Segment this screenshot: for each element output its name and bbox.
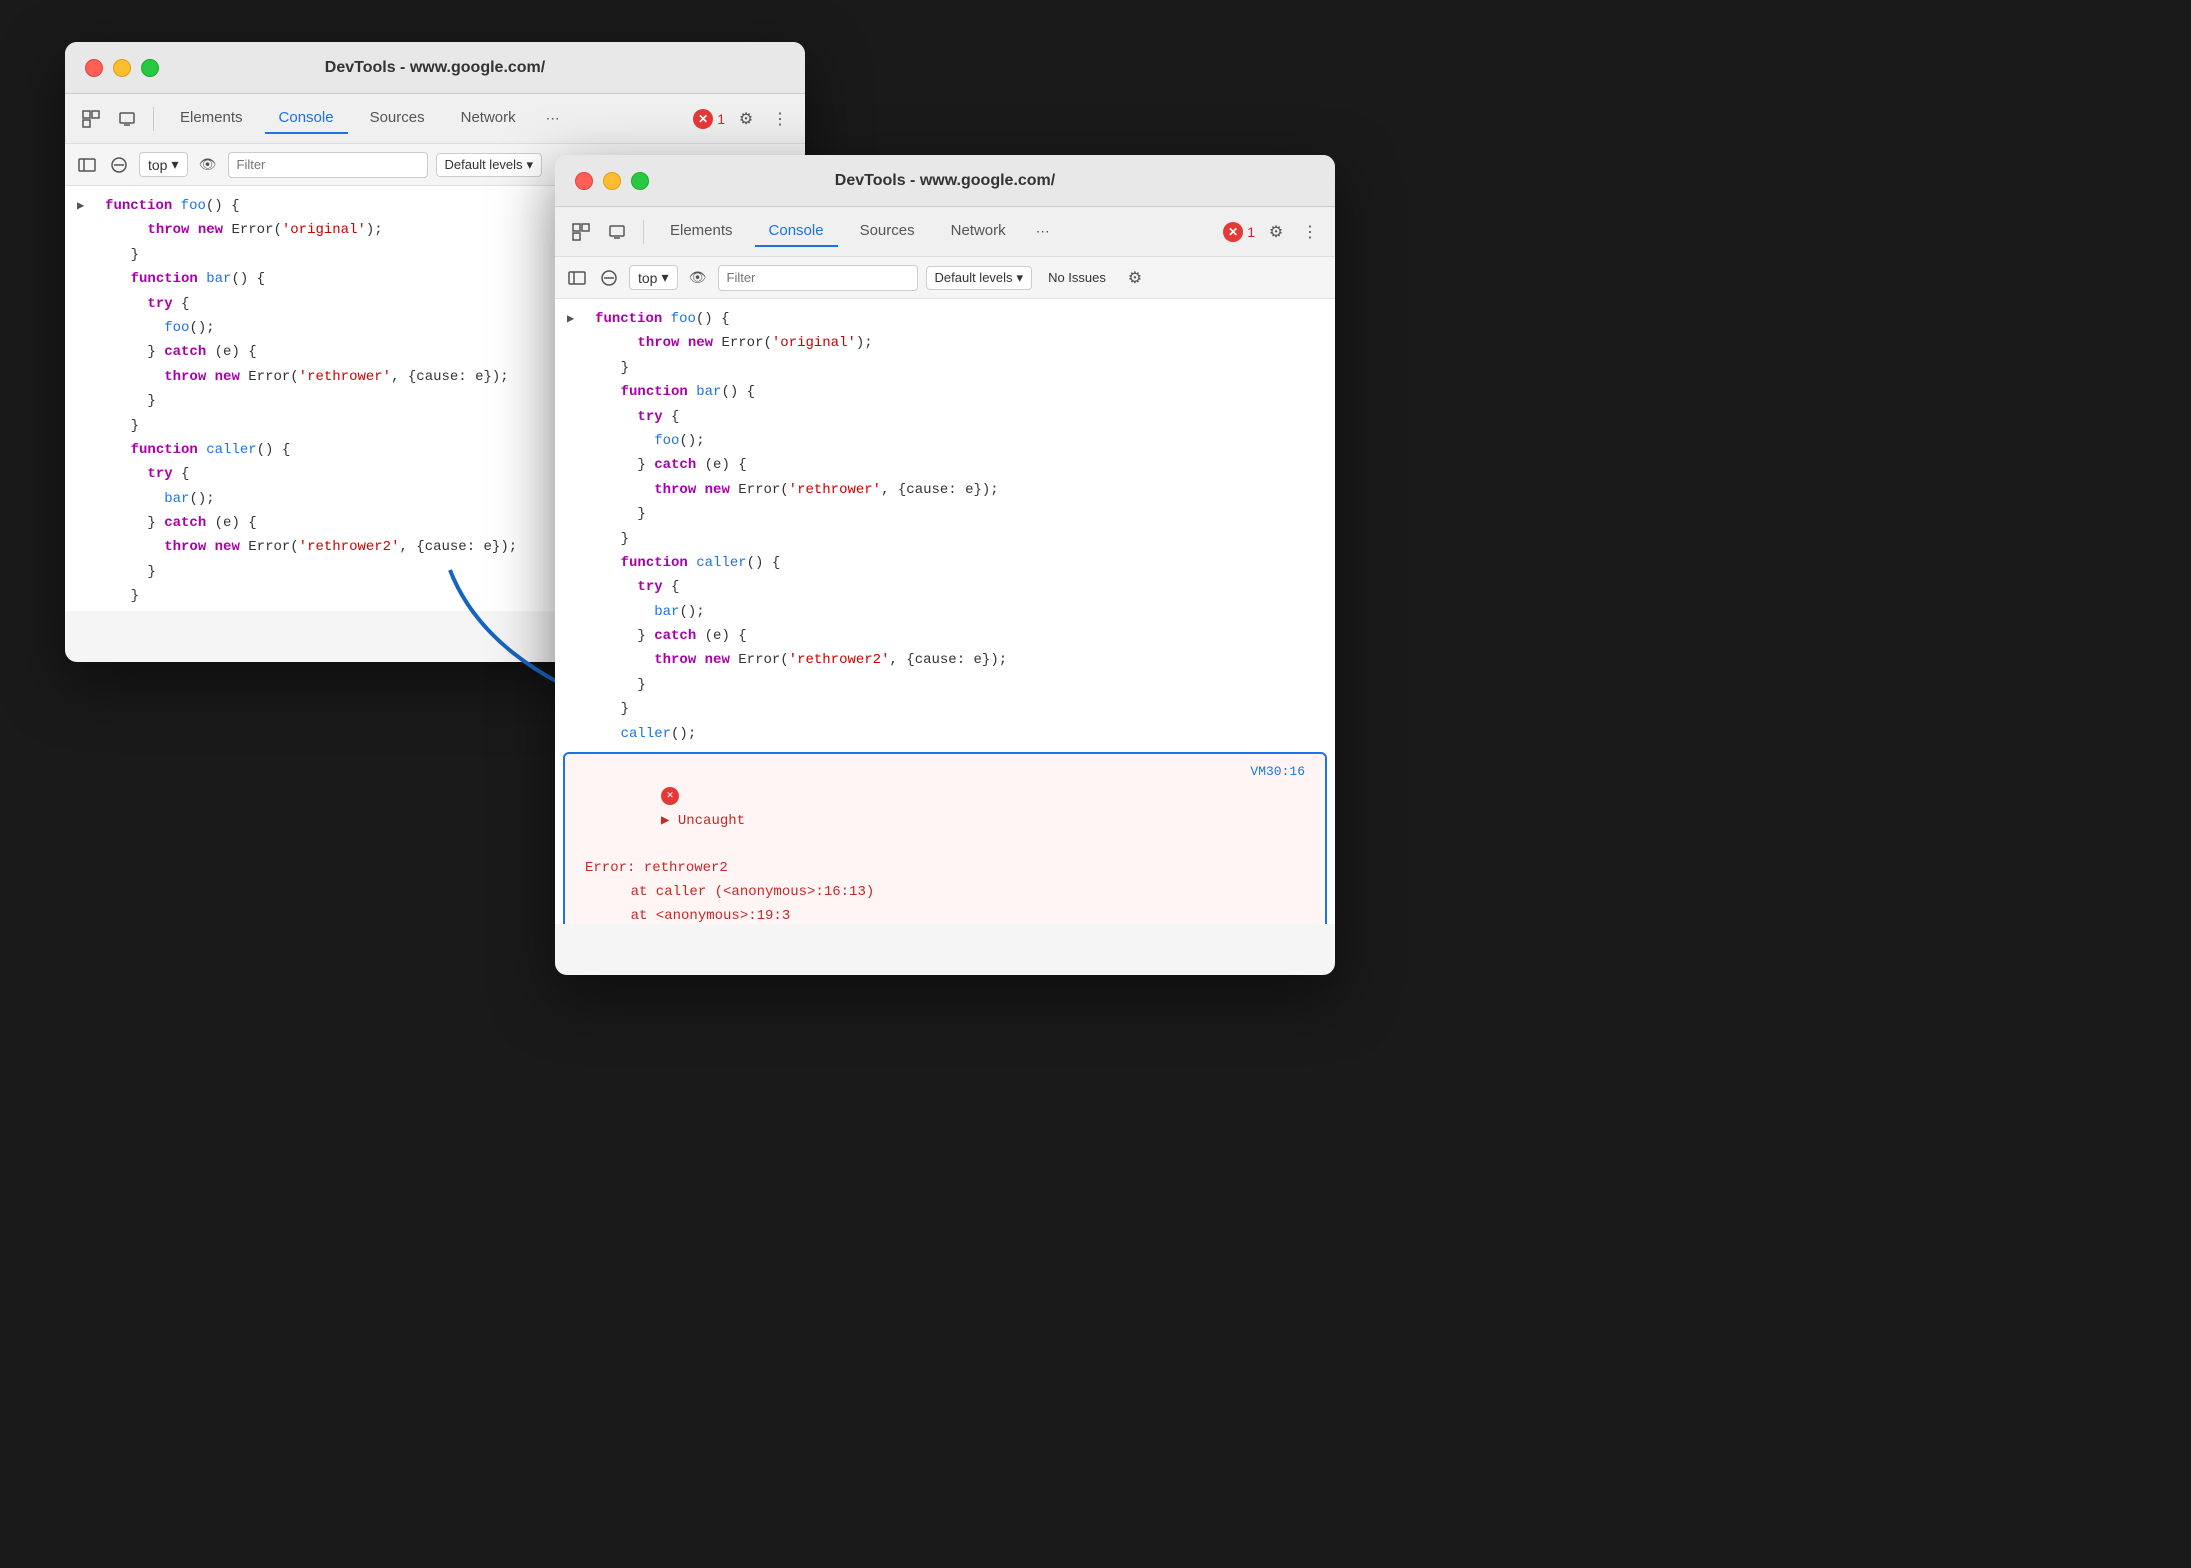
w2-code-line-15: throw new Error('rethrower2', {cause: e}… <box>555 648 1335 672</box>
window-title-2: DevTools - www.google.com/ <box>835 172 1055 190</box>
w2-code-line-16: } <box>555 673 1335 697</box>
error-expanded-1: Error: rethrower2 <box>577 857 1313 881</box>
w2-code-line-3: } <box>555 356 1335 380</box>
default-levels-label-1: Default levels <box>445 157 523 172</box>
devtools-window-2: DevTools - www.google.com/ Elements Cons… <box>555 155 1335 975</box>
tab-network-2[interactable]: Network <box>937 216 1020 247</box>
error-expanded-3: at <anonymous>:19:3 <box>577 905 1313 924</box>
tabs-toolbar-1: Elements Console Sources Network ⋯ ✕ 1 ⚙… <box>65 94 805 144</box>
w2-code-line-10: } <box>555 527 1335 551</box>
filter-input-1[interactable] <box>228 152 428 178</box>
close-button-1[interactable] <box>85 59 103 77</box>
error-count-label-2: 1 <box>1247 224 1255 240</box>
titlebar-2: DevTools - www.google.com/ <box>555 155 1335 207</box>
window-title-1: DevTools - www.google.com/ <box>325 59 545 77</box>
w2-code-line-4: function bar() { <box>555 380 1335 404</box>
chevron-down-icon-2: ▾ <box>661 269 668 286</box>
divider-1 <box>153 107 154 131</box>
w2-code-line-9: } <box>555 502 1335 526</box>
error-icon-2: ✕ <box>661 787 679 805</box>
error-box-2: ✕ ▶ Uncaught VM30:16 Error: rethrower2 a… <box>563 752 1327 924</box>
console-settings-2[interactable]: ⚙ <box>1122 265 1148 291</box>
error-header-row-2: ✕ ▶ Uncaught VM30:16 <box>577 762 1313 857</box>
console-toolbar-2: top ▾ 👁 Default levels ▾ No Issues ⚙ <box>555 257 1335 299</box>
tab-elements-1[interactable]: Elements <box>166 103 257 134</box>
more-icon-2[interactable]: ⋮ <box>1297 219 1323 245</box>
context-selector-2[interactable]: top ▾ <box>629 265 678 290</box>
more-icon-1[interactable]: ⋮ <box>767 106 793 132</box>
tab-more-1[interactable]: ⋯ <box>538 106 568 131</box>
default-levels-label-2: Default levels <box>935 270 1013 285</box>
filter-input-2[interactable] <box>718 265 918 291</box>
vm-link-2[interactable]: VM30:16 <box>1250 762 1305 783</box>
tab-network-1[interactable]: Network <box>447 103 530 134</box>
console-content-2: ▶ function foo() { throw new Error('orig… <box>555 299 1335 924</box>
tab-console-2[interactable]: Console <box>755 216 838 247</box>
chevron-down-icon-levels-1: ▾ <box>527 157 534 173</box>
inspect-icon-1[interactable] <box>77 105 105 133</box>
log-level-selector-1[interactable]: Default levels ▾ <box>436 153 543 177</box>
error-main-line-2: ✕ ▶ Uncaught <box>577 762 745 857</box>
error-count-2: ✕ <box>1223 222 1243 242</box>
chevron-down-icon-levels-2: ▾ <box>1017 270 1024 286</box>
error-count-1: ✕ <box>693 109 713 129</box>
device-icon-2[interactable] <box>603 218 631 246</box>
tab-elements-2[interactable]: Elements <box>656 216 747 247</box>
w2-code-line-17: } <box>555 697 1335 721</box>
maximize-button-2[interactable] <box>631 172 649 190</box>
device-icon-1[interactable] <box>113 105 141 133</box>
settings-icon-2[interactable]: ⚙ <box>1263 219 1289 245</box>
w2-code-line-12: try { <box>555 575 1335 599</box>
w2-code-line-8: throw new Error('rethrower', {cause: e})… <box>555 478 1335 502</box>
context-selector-1[interactable]: top ▾ <box>139 152 188 177</box>
chevron-down-icon-1: ▾ <box>171 156 178 173</box>
eye-icon-2[interactable]: 👁 <box>686 266 710 290</box>
tabs-toolbar-2: Elements Console Sources Network ⋯ ✕ 1 ⚙… <box>555 207 1335 257</box>
w2-code-line-18: caller(); <box>555 722 1335 746</box>
error-badge-2: ✕ 1 <box>1223 222 1255 242</box>
w2-code-line-13: bar(); <box>555 600 1335 624</box>
tab-more-2[interactable]: ⋯ <box>1028 219 1058 244</box>
tab-sources-2[interactable]: Sources <box>846 216 929 247</box>
error-badge-1: ✕ 1 <box>693 109 725 129</box>
w2-code-line-1: ▶ function foo() { <box>555 307 1335 331</box>
inspect-icon-2[interactable] <box>567 218 595 246</box>
w2-code-line-11: function caller() { <box>555 551 1335 575</box>
close-button-2[interactable] <box>575 172 593 190</box>
w2-code-line-14: } catch (e) { <box>555 624 1335 648</box>
sidebar-toggle-1[interactable] <box>75 153 99 177</box>
tab-console-1[interactable]: Console <box>265 103 348 134</box>
titlebar-1: DevTools - www.google.com/ <box>65 42 805 94</box>
minimize-button-1[interactable] <box>113 59 131 77</box>
sidebar-toggle-2[interactable] <box>565 266 589 290</box>
w2-code-line-5: try { <box>555 405 1335 429</box>
settings-icon-1[interactable]: ⚙ <box>733 106 759 132</box>
no-issues-label-2: No Issues <box>1040 267 1114 288</box>
divider-2 <box>643 220 644 244</box>
clear-icon-2[interactable] <box>597 266 621 290</box>
top-label-2: top <box>638 270 657 286</box>
eye-icon-1[interactable]: 👁 <box>196 153 220 177</box>
traffic-lights-2 <box>575 172 649 190</box>
tab-sources-1[interactable]: Sources <box>356 103 439 134</box>
maximize-button-1[interactable] <box>141 59 159 77</box>
clear-icon-1[interactable] <box>107 153 131 177</box>
w2-code-line-7: } catch (e) { <box>555 453 1335 477</box>
error-expanded-2: at caller (<anonymous>:16:13) <box>577 881 1313 905</box>
traffic-lights-1 <box>85 59 159 77</box>
minimize-button-2[interactable] <box>603 172 621 190</box>
w2-code-line-2: throw new Error('original'); <box>555 331 1335 355</box>
w2-code-line-6: foo(); <box>555 429 1335 453</box>
error-count-label-1: 1 <box>717 111 725 127</box>
top-label-1: top <box>148 157 167 173</box>
log-level-selector-2[interactable]: Default levels ▾ <box>926 266 1033 290</box>
